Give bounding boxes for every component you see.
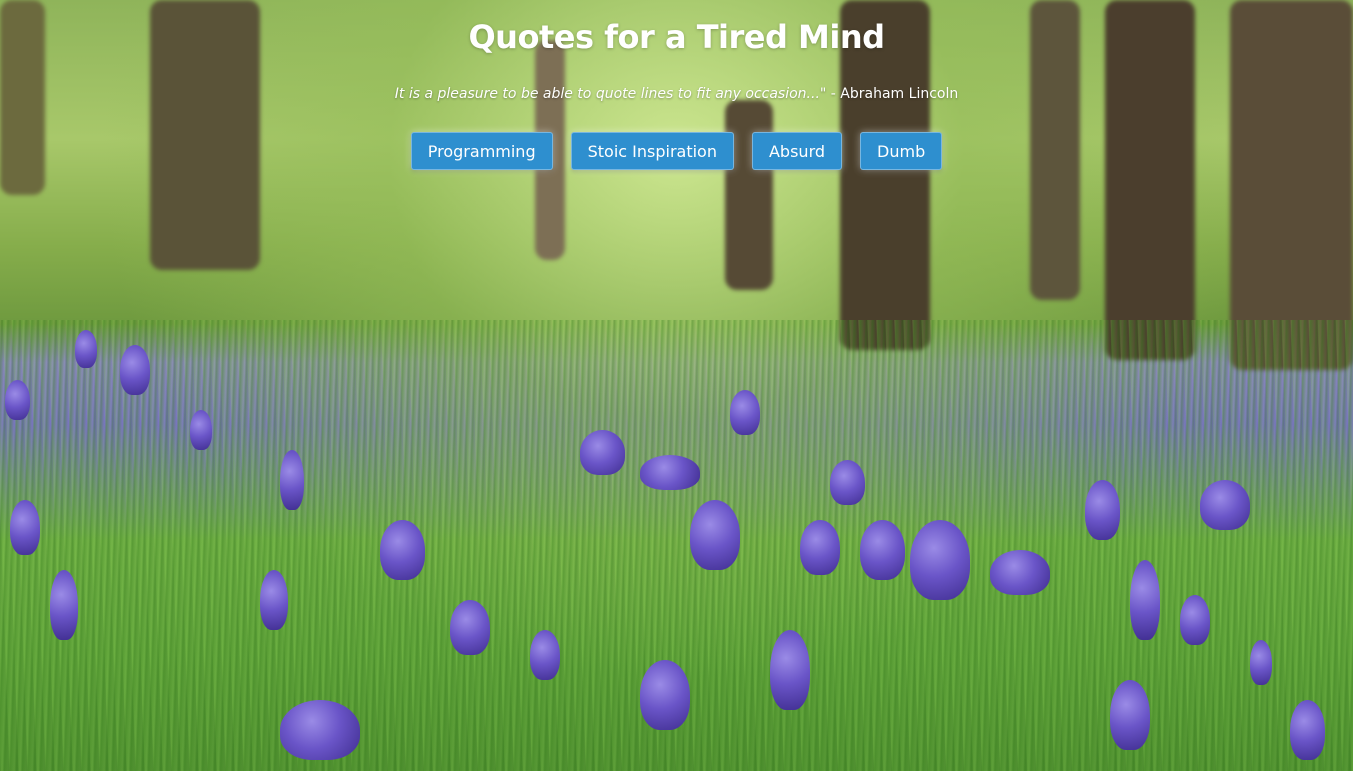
- absurd-button[interactable]: Absurd: [751, 132, 843, 170]
- stoic-inspiration-button[interactable]: Stoic Inspiration: [570, 132, 734, 170]
- bluebell-flower: [75, 330, 97, 368]
- quote-text: It is a pleasure to be able to quote lin…: [394, 86, 827, 102]
- bluebell-flower: [640, 455, 700, 490]
- bluebell-flower: [280, 450, 304, 510]
- programming-button[interactable]: Programming: [410, 132, 553, 170]
- bluebell-flower: [1290, 700, 1325, 760]
- bluebell-flower: [640, 660, 690, 730]
- bluebell-flower: [690, 500, 740, 570]
- bluebell-flower: [280, 700, 360, 760]
- bluebell-flower: [1200, 480, 1250, 530]
- category-buttons: Programming Stoic Inspiration Absurd Dum…: [0, 132, 1353, 170]
- bluebell-flower: [10, 500, 40, 555]
- bluebell-flower: [1250, 640, 1272, 685]
- bluebell-flower: [1180, 595, 1210, 645]
- quote-author: - Abraham Lincoln: [830, 86, 959, 102]
- dumb-button[interactable]: Dumb: [860, 132, 943, 170]
- bluebell-flower: [830, 460, 865, 505]
- page-title: Quotes for a Tired Mind: [468, 18, 885, 56]
- bluebell-flower: [580, 430, 625, 475]
- bluebell-flower: [260, 570, 288, 630]
- bluebell-flower: [990, 550, 1050, 595]
- bluebell-flower: [450, 600, 490, 655]
- bluebell-flower: [1085, 480, 1120, 540]
- bluebell-flower: [730, 390, 760, 435]
- bluebell-flower: [910, 520, 970, 600]
- background-image: [0, 0, 1353, 771]
- bluebell-flower: [860, 520, 905, 580]
- bluebell-flower: [1110, 680, 1150, 750]
- bluebell-flower: [380, 520, 425, 580]
- bluebell-flower: [50, 570, 78, 640]
- bluebell-flower: [1130, 560, 1160, 640]
- bluebell-flower: [770, 630, 810, 710]
- bluebell-flower: [190, 410, 212, 450]
- bluebell-flower: [120, 345, 150, 395]
- bluebell-flower: [800, 520, 840, 575]
- bluebell-flower: [5, 380, 30, 420]
- bluebell-flower: [530, 630, 560, 680]
- tree-trunk: [725, 100, 773, 290]
- featured-quote: It is a pleasure to be able to quote lin…: [0, 86, 1353, 102]
